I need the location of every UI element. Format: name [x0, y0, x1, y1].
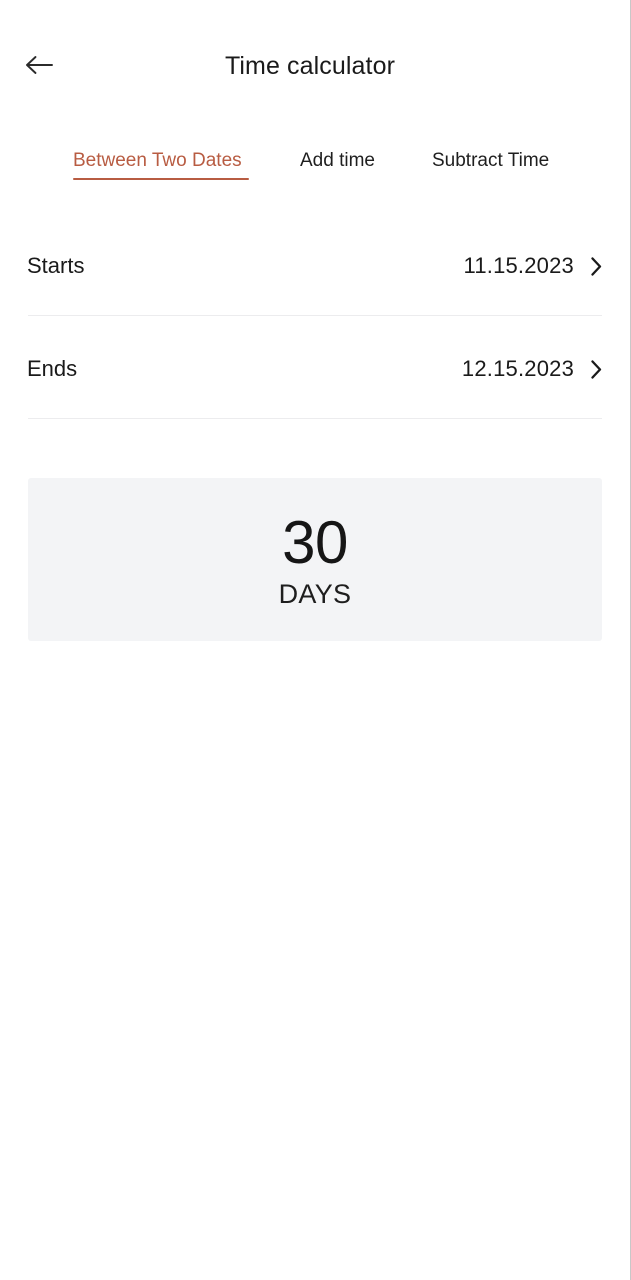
result-unit-label: DAYS	[278, 578, 352, 609]
time-calculator-screen: Time calculator Between Two Dates Add ti…	[0, 0, 631, 1280]
tab-between-two-dates[interactable]: Between Two Dates	[73, 148, 242, 174]
end-date-value-group: 12.15.2023	[462, 354, 602, 384]
result-card: 30 DAYS	[28, 478, 602, 641]
active-tab-indicator	[73, 178, 249, 180]
page-title: Time calculator	[224, 52, 396, 80]
start-date-row[interactable]: Starts 11.15.2023	[0, 235, 620, 297]
tab-subtract-time[interactable]: Subtract Time	[432, 148, 549, 174]
row-divider	[28, 315, 602, 316]
start-date-value: 11.15.2023	[463, 253, 574, 278]
start-date-label: Starts	[27, 253, 85, 278]
start-date-value-group: 11.15.2023	[464, 251, 602, 281]
tab-bar: Between Two Dates Add time Subtract Time	[0, 148, 620, 198]
chevron-right-icon	[590, 256, 602, 276]
row-divider	[28, 418, 602, 419]
end-date-value: 12.15.2023	[461, 356, 574, 381]
tab-add-time[interactable]: Add time	[300, 148, 375, 174]
end-date-row[interactable]: Ends 12.15.2023	[0, 338, 620, 400]
chevron-right-icon	[590, 359, 602, 379]
end-date-label: Ends	[27, 356, 78, 381]
app-bar: Time calculator	[0, 0, 620, 120]
result-value: 30	[282, 508, 348, 576]
